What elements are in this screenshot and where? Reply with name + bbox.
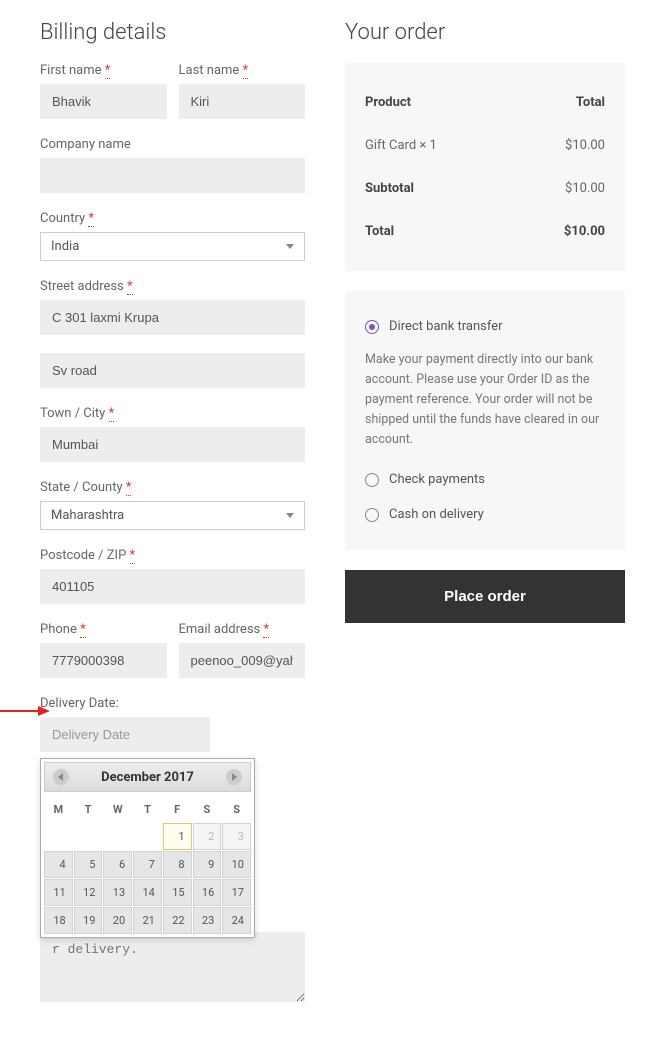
calendar-day[interactable]: 12 bbox=[74, 879, 103, 906]
calendar-day[interactable]: 18 bbox=[44, 907, 73, 934]
payment-cod-label: Cash on delivery bbox=[389, 507, 484, 522]
calendar-day[interactable]: 4 bbox=[44, 851, 73, 878]
city-input[interactable] bbox=[40, 427, 305, 462]
radio-selected-icon bbox=[365, 320, 379, 334]
chevron-down-icon bbox=[286, 513, 294, 518]
calendar-day[interactable]: 7 bbox=[133, 851, 162, 878]
payment-check[interactable]: Check payments bbox=[365, 462, 605, 497]
calendar-day[interactable]: 9 bbox=[193, 851, 222, 878]
last-name-label: Last name * bbox=[179, 63, 306, 78]
order-total-label: Total bbox=[365, 224, 394, 239]
state-value: Maharashtra bbox=[51, 508, 124, 523]
state-label: State / County * bbox=[40, 480, 305, 495]
calendar-day[interactable]: 10 bbox=[222, 851, 251, 878]
postcode-input[interactable] bbox=[40, 569, 305, 604]
order-subtotal-label: Subtotal bbox=[365, 181, 414, 196]
order-item-total: $10.00 bbox=[565, 138, 605, 153]
calendar-dow: T bbox=[74, 797, 103, 822]
payment-bank-desc: Make your payment directly into our bank… bbox=[365, 344, 605, 462]
calendar-day[interactable]: 23 bbox=[193, 907, 222, 934]
calendar-dow: S bbox=[222, 797, 251, 822]
calendar-day[interactable]: 11 bbox=[44, 879, 73, 906]
company-input[interactable] bbox=[40, 158, 305, 193]
calendar-dow: M bbox=[44, 797, 73, 822]
calendar-day: 3 bbox=[222, 823, 251, 850]
postcode-label: Postcode / ZIP * bbox=[40, 548, 305, 563]
phone-input[interactable] bbox=[40, 643, 167, 678]
calendar-title: December 2017 bbox=[101, 770, 194, 785]
calendar-day[interactable]: 8 bbox=[163, 851, 192, 878]
calendar-day: 2 bbox=[193, 823, 222, 850]
order-total-value: $10.00 bbox=[564, 224, 605, 239]
chevron-down-icon bbox=[286, 244, 294, 249]
calendar-dow: W bbox=[103, 797, 132, 822]
first-name-label: First name * bbox=[40, 63, 167, 78]
order-subtotal-value: $10.00 bbox=[565, 181, 605, 196]
calendar-day[interactable]: 24 bbox=[222, 907, 251, 934]
calendar-prev-icon[interactable] bbox=[53, 769, 69, 785]
order-heading: Your order bbox=[345, 20, 625, 45]
payment-bank-label: Direct bank transfer bbox=[389, 319, 503, 334]
arrow-annotation-icon bbox=[0, 704, 50, 718]
state-select[interactable]: Maharashtra bbox=[40, 501, 305, 530]
calendar-day[interactable]: 14 bbox=[133, 879, 162, 906]
order-notes-textarea[interactable] bbox=[40, 932, 305, 1002]
order-item-name: Gift Card × 1 bbox=[365, 138, 437, 153]
payment-methods: Direct bank transfer Make your payment d… bbox=[345, 291, 625, 550]
calendar-day[interactable]: 20 bbox=[103, 907, 132, 934]
calendar-dow: T bbox=[133, 797, 162, 822]
calendar-dow: F bbox=[163, 797, 192, 822]
order-product-header: Product bbox=[365, 95, 411, 110]
calendar-dow: S bbox=[193, 797, 222, 822]
radio-icon bbox=[365, 473, 379, 487]
payment-cod[interactable]: Cash on delivery bbox=[365, 497, 605, 532]
payment-check-label: Check payments bbox=[389, 472, 485, 487]
calendar-day[interactable]: 1 bbox=[163, 823, 192, 850]
delivery-date-input[interactable] bbox=[40, 717, 210, 752]
phone-label: Phone * bbox=[40, 622, 167, 637]
country-label: Country * bbox=[40, 211, 305, 226]
order-total-header: Total bbox=[576, 95, 605, 110]
last-name-input[interactable] bbox=[179, 84, 306, 119]
country-select[interactable]: India bbox=[40, 232, 305, 261]
calendar-day[interactable]: 15 bbox=[163, 879, 192, 906]
first-name-input[interactable] bbox=[40, 84, 167, 119]
email-input[interactable] bbox=[179, 643, 306, 678]
delivery-label: Delivery Date: bbox=[40, 696, 305, 711]
billing-heading: Billing details bbox=[40, 20, 305, 45]
calendar-day[interactable]: 19 bbox=[74, 907, 103, 934]
street2-input[interactable] bbox=[40, 353, 305, 388]
calendar-day[interactable]: 13 bbox=[103, 879, 132, 906]
country-value: India bbox=[51, 239, 79, 254]
payment-bank-transfer[interactable]: Direct bank transfer bbox=[365, 309, 605, 344]
company-label: Company name bbox=[40, 137, 305, 152]
street1-input[interactable] bbox=[40, 300, 305, 335]
calendar-day[interactable]: 5 bbox=[74, 851, 103, 878]
order-summary: Product Total Gift Card × 1 $10.00 Subto… bbox=[345, 63, 625, 271]
calendar-day[interactable]: 6 bbox=[103, 851, 132, 878]
radio-icon bbox=[365, 508, 379, 522]
calendar-day[interactable]: 16 bbox=[193, 879, 222, 906]
calendar-day[interactable]: 21 bbox=[133, 907, 162, 934]
email-label: Email address * bbox=[179, 622, 306, 637]
calendar-next-icon[interactable] bbox=[226, 769, 242, 785]
street-label: Street address * bbox=[40, 279, 305, 294]
place-order-button[interactable]: Place order bbox=[345, 570, 625, 623]
calendar-datepicker: December 2017 MTWTFSS1234567891011121314… bbox=[40, 758, 255, 938]
calendar-day[interactable]: 22 bbox=[163, 907, 192, 934]
city-label: Town / City * bbox=[40, 406, 305, 421]
calendar-day[interactable]: 17 bbox=[222, 879, 251, 906]
